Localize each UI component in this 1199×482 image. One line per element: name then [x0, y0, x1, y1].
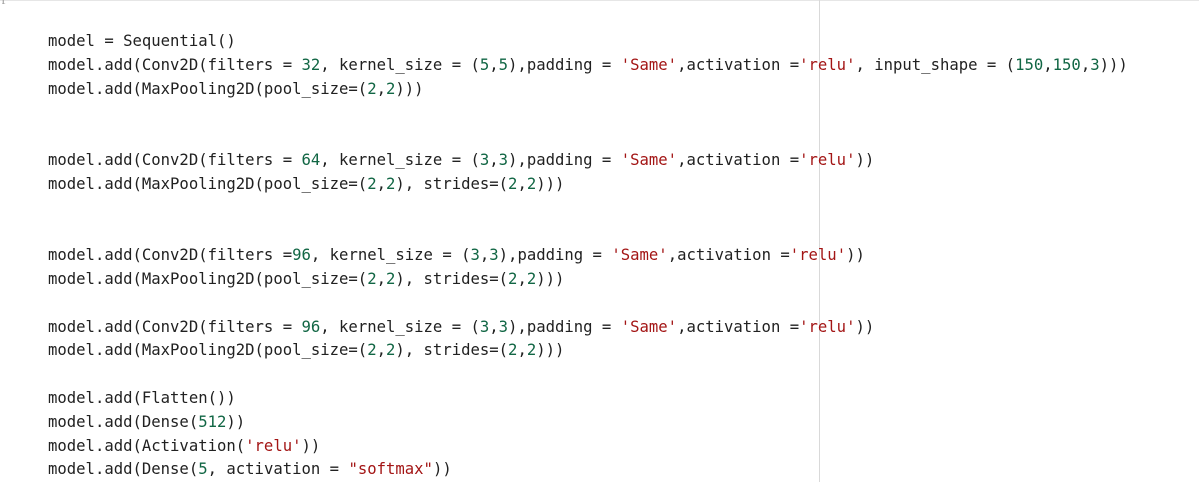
number-literal: 32	[301, 55, 321, 74]
number-literal: 150	[1015, 55, 1044, 74]
code-line: model.add(MaxPooling2D(pool_size=(2,2)))	[48, 79, 424, 98]
number-literal: 5	[498, 55, 509, 74]
string-literal: "softmax"	[348, 460, 433, 479]
number-literal: 2	[526, 341, 537, 360]
number-literal: 2	[508, 174, 518, 193]
number-literal: 5	[198, 460, 208, 479]
number-literal: 512	[198, 412, 227, 431]
number-literal: 96	[292, 246, 311, 265]
code-line: model.add(Flatten())	[48, 388, 236, 407]
code-line: model.add(Conv2D(filters = 32, kernel_si…	[48, 55, 1128, 74]
code-line: model.add(Conv2D(filters = 96, kernel_si…	[48, 317, 875, 336]
string-literal: 'relu'	[245, 436, 302, 455]
cell-top-border	[0, 0, 1199, 1]
code-line: model.add(Conv2D(filters =96, kernel_siz…	[48, 246, 865, 265]
code-cell[interactable]: [ ] model = Sequential() model.add(Conv2D…	[0, 0, 1199, 482]
number-literal: 3	[498, 150, 509, 169]
number-literal: 2	[508, 341, 518, 360]
number-literal: 3	[1090, 55, 1100, 74]
number-literal: 2	[367, 341, 377, 360]
code-line: model.add(MaxPooling2D(pool_size=(2,2), …	[48, 174, 565, 193]
string-literal: 'relu'	[789, 246, 847, 265]
code-line: model = Sequential()	[48, 32, 236, 50]
code-line: model.add(MaxPooling2D(pool_size=(2,2), …	[48, 269, 565, 288]
number-literal: 5	[479, 55, 490, 74]
code-editor[interactable]: model = Sequential() model.add(Conv2D(fil…	[48, 30, 1128, 482]
code-line: model.add(Conv2D(filters = 64, kernel_si…	[48, 150, 875, 169]
code-line: model.add(MaxPooling2D(pool_size=(2,2), …	[48, 341, 565, 360]
string-literal: 'relu'	[799, 317, 856, 336]
number-literal: 2	[385, 341, 396, 360]
number-literal: 2	[367, 269, 377, 288]
string-literal: 'Same'	[620, 150, 678, 169]
number-literal: 2	[508, 269, 518, 288]
number-literal: 96	[301, 317, 321, 336]
code-line: model.add(Activation('relu'))	[48, 436, 321, 455]
code-line: model.add(Dense(5, activation = "softmax…	[48, 460, 452, 479]
number-literal: 2	[367, 79, 377, 98]
number-literal: 2	[385, 174, 396, 193]
number-literal: 3	[479, 317, 490, 336]
number-literal: 2	[526, 174, 537, 193]
cell-run-prompt[interactable]: [ ]	[0, 0, 18, 4]
number-literal: 3	[470, 246, 480, 265]
string-literal: 'Same'	[620, 55, 678, 74]
number-literal: 150	[1052, 55, 1081, 74]
number-literal: 3	[489, 246, 499, 265]
string-literal: 'relu'	[799, 150, 856, 169]
number-literal: 64	[301, 150, 321, 169]
number-literal: 2	[385, 269, 396, 288]
number-literal: 2	[526, 269, 537, 288]
number-literal: 2	[385, 79, 396, 98]
number-literal: 3	[479, 150, 490, 169]
string-literal: 'Same'	[620, 317, 678, 336]
number-literal: 2	[367, 174, 377, 193]
number-literal: 3	[498, 317, 509, 336]
string-literal: 'relu'	[799, 55, 856, 74]
code-line: model.add(Dense(512))	[48, 412, 246, 431]
string-literal: 'Same'	[611, 246, 668, 265]
